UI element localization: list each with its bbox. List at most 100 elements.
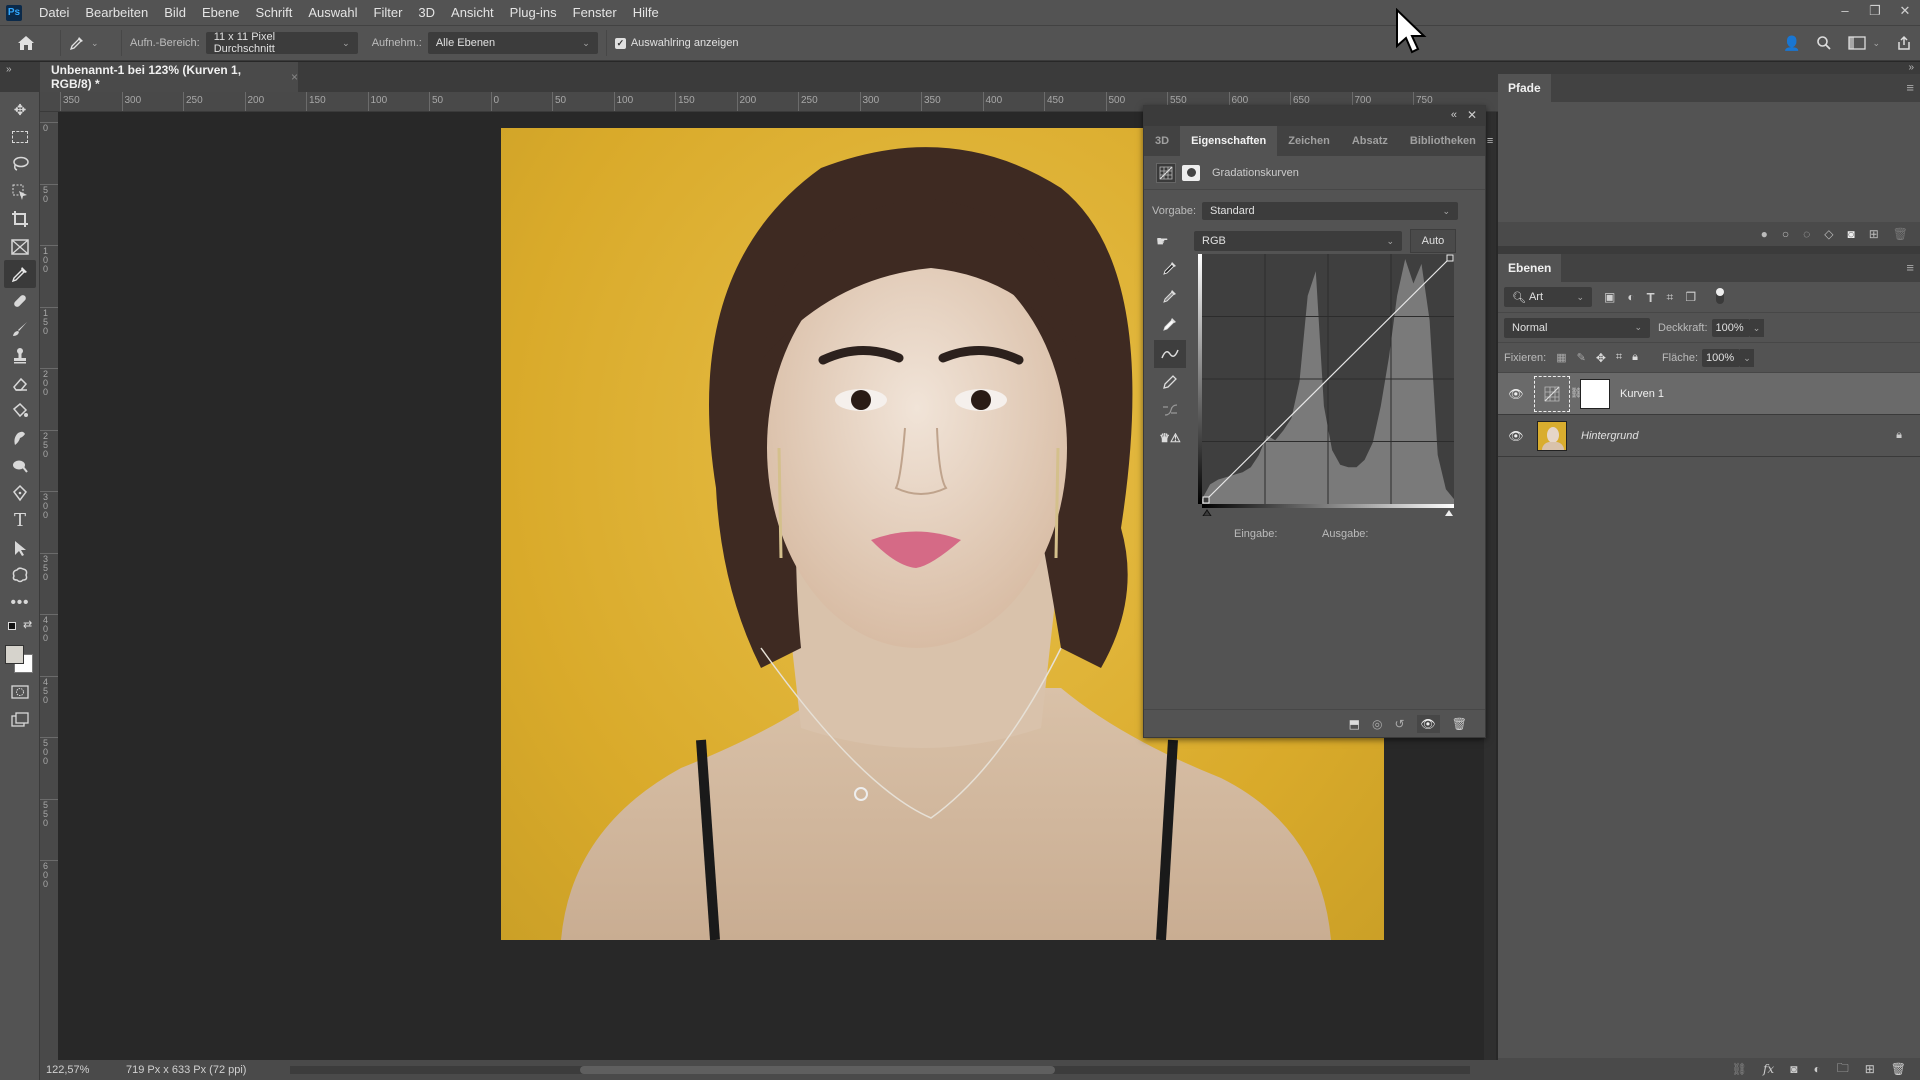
- new-adjustment-layer-icon[interactable]: ◐: [1813, 1062, 1820, 1076]
- close-document-button[interactable]: ×: [291, 70, 298, 84]
- menu-datei[interactable]: Datei: [31, 5, 77, 20]
- new-path-icon[interactable]: ⊞: [1869, 227, 1879, 241]
- opacity-dropdown[interactable]: ⌄: [1749, 318, 1764, 337]
- filter-type-icon[interactable]: T: [1647, 290, 1655, 305]
- tab-bibliotheken[interactable]: Bibliotheken: [1399, 126, 1487, 156]
- auto-button[interactable]: Auto: [1410, 229, 1456, 253]
- tab-3d[interactable]: 3D: [1144, 126, 1180, 156]
- fill-input[interactable]: 100%: [1702, 348, 1741, 367]
- horizontal-scroll-thumb[interactable]: [580, 1066, 1055, 1074]
- channel-select[interactable]: RGB ⌄: [1194, 231, 1402, 251]
- chevron-down-icon[interactable]: ⌄: [1872, 38, 1880, 49]
- healing-brush-tool[interactable]: [0, 288, 40, 315]
- move-tool[interactable]: ✥: [0, 96, 40, 123]
- menu-3d[interactable]: 3D: [410, 5, 443, 20]
- delete-path-icon[interactable]: 🗑: [1893, 227, 1908, 241]
- curve-control-point[interactable]: [1202, 496, 1210, 504]
- sample-size-select[interactable]: 11 x 11 Pixel Durchschnitt ⌄: [205, 31, 358, 55]
- menu-bearbeiten[interactable]: Bearbeiten: [77, 5, 156, 20]
- expand-toolbar-icon[interactable]: »: [6, 64, 12, 75]
- crop-tool[interactable]: [0, 206, 40, 233]
- layers-panel-title[interactable]: Ebenen: [1498, 254, 1562, 282]
- shape-tool[interactable]: [0, 562, 40, 589]
- menu-bild[interactable]: Bild: [156, 5, 194, 20]
- delete-layer-icon[interactable]: 🗑: [1891, 1062, 1906, 1076]
- pen-tool[interactable]: [0, 479, 40, 506]
- marquee-tool[interactable]: [0, 123, 40, 150]
- gray-point-eyedropper[interactable]: [1154, 282, 1186, 310]
- blend-mode-select[interactable]: Normal ⌄: [1504, 317, 1650, 338]
- smooth-curve-button[interactable]: [1154, 396, 1186, 424]
- layer-lock-icon[interactable]: 🔒︎: [1896, 429, 1902, 442]
- eyedropper-tool[interactable]: [4, 260, 36, 288]
- eraser-tool[interactable]: [0, 370, 40, 397]
- document-tab[interactable]: Unbenannt-1 bei 123% (Kurven 1, RGB/8) *…: [40, 62, 298, 92]
- close-window-button[interactable]: ✕: [1890, 0, 1920, 25]
- mask-link-icon[interactable]: ⛓: [1570, 388, 1583, 399]
- path-selection-tool[interactable]: [0, 534, 40, 561]
- delete-adjustment-icon[interactable]: 🗑: [1452, 717, 1467, 731]
- pencil-draw-tool[interactable]: [1154, 368, 1186, 396]
- dodge-tool[interactable]: [0, 452, 40, 479]
- swap-colors-icon[interactable]: ⇄: [23, 618, 32, 631]
- home-button[interactable]: [0, 35, 52, 51]
- menu-schrift[interactable]: Schrift: [248, 5, 301, 20]
- add-mask-icon[interactable]: ◙: [1790, 1062, 1797, 1076]
- export-share-icon[interactable]: [1896, 35, 1912, 51]
- filter-adjustment-icon[interactable]: ◐: [1627, 290, 1634, 304]
- layer-row-kurven-1[interactable]: 👁 ⛓ Kurven 1: [1498, 373, 1920, 415]
- toggle-visibility-icon[interactable]: 👁: [1416, 714, 1440, 733]
- black-point-eyedropper[interactable]: [1154, 254, 1186, 282]
- layer-mask-thumbnail[interactable]: [1580, 378, 1610, 409]
- layer-name[interactable]: Hintergrund: [1581, 430, 1638, 442]
- close-panel-icon[interactable]: ✕: [1467, 108, 1477, 122]
- workspace-icon[interactable]: [1848, 36, 1867, 50]
- more-tools[interactable]: •••: [0, 589, 40, 616]
- menu-hilfe[interactable]: Hilfe: [625, 5, 667, 20]
- filter-toggle[interactable]: [1716, 288, 1725, 304]
- lock-image-icon[interactable]: ✎: [1577, 351, 1586, 364]
- curve-point-tool[interactable]: [1154, 340, 1186, 368]
- white-point-eyedropper[interactable]: [1154, 310, 1186, 338]
- frame-tool[interactable]: [0, 233, 40, 260]
- menu-fenster[interactable]: Fenster: [565, 5, 625, 20]
- tab-zeichen[interactable]: Zeichen: [1277, 126, 1341, 156]
- type-tool[interactable]: T: [0, 507, 40, 534]
- menu-ansicht[interactable]: Ansicht: [443, 5, 502, 20]
- make-work-path-icon[interactable]: ◇: [1824, 227, 1833, 241]
- menu-auswahl[interactable]: Auswahl: [300, 5, 365, 20]
- new-layer-icon[interactable]: ⊞: [1865, 1062, 1875, 1076]
- on-image-adjust-icon[interactable]: ☛: [1156, 233, 1194, 250]
- layer-row-hintergrund[interactable]: 👁 Hintergrund 🔒︎: [1498, 415, 1920, 457]
- opacity-input[interactable]: 100%: [1711, 318, 1750, 337]
- load-selection-icon[interactable]: ◌: [1803, 227, 1810, 241]
- zoom-level[interactable]: 122,57%: [46, 1064, 106, 1076]
- lock-all-icon[interactable]: 🔒︎: [1632, 351, 1638, 364]
- visibility-eye-icon[interactable]: 👁: [1498, 429, 1534, 443]
- layer-name[interactable]: Kurven 1: [1620, 388, 1664, 400]
- restore-button[interactable]: ❐: [1860, 0, 1890, 25]
- curves-graph[interactable]: [1198, 254, 1454, 516]
- share-user-icon[interactable]: 👤: [1783, 35, 1800, 52]
- menu-plugins[interactable]: Plug-ins: [502, 5, 565, 20]
- collapse-dock-icon[interactable]: »: [1908, 62, 1914, 73]
- paths-panel-title[interactable]: Pfade: [1498, 74, 1551, 102]
- panel-menu-icon[interactable]: ≡: [1906, 260, 1914, 275]
- lock-position-icon[interactable]: ✥: [1596, 351, 1606, 365]
- collapse-panel-icon[interactable]: «: [1451, 109, 1457, 121]
- smudge-tool[interactable]: [0, 425, 40, 452]
- foreground-color-swatch[interactable]: [5, 645, 24, 665]
- clone-stamp-tool[interactable]: [0, 343, 40, 370]
- clipping-warning-button[interactable]: ♛⚠: [1154, 424, 1186, 452]
- clip-to-layer-icon[interactable]: ⬒: [1349, 717, 1360, 731]
- layer-mask-icon[interactable]: [1182, 164, 1200, 181]
- screen-mode-button[interactable]: [0, 706, 40, 733]
- minimize-button[interactable]: –: [1830, 0, 1860, 25]
- view-previous-state-icon[interactable]: ◎: [1372, 717, 1382, 731]
- tab-absatz[interactable]: Absatz: [1341, 126, 1399, 156]
- stroke-path-icon[interactable]: ○: [1782, 227, 1789, 241]
- lasso-tool[interactable]: [0, 151, 40, 178]
- sample-layers-select[interactable]: Alle Ebenen ⌄: [427, 32, 598, 54]
- quick-mask-button[interactable]: [0, 678, 40, 705]
- curves-adjustment-icon[interactable]: [1156, 162, 1176, 183]
